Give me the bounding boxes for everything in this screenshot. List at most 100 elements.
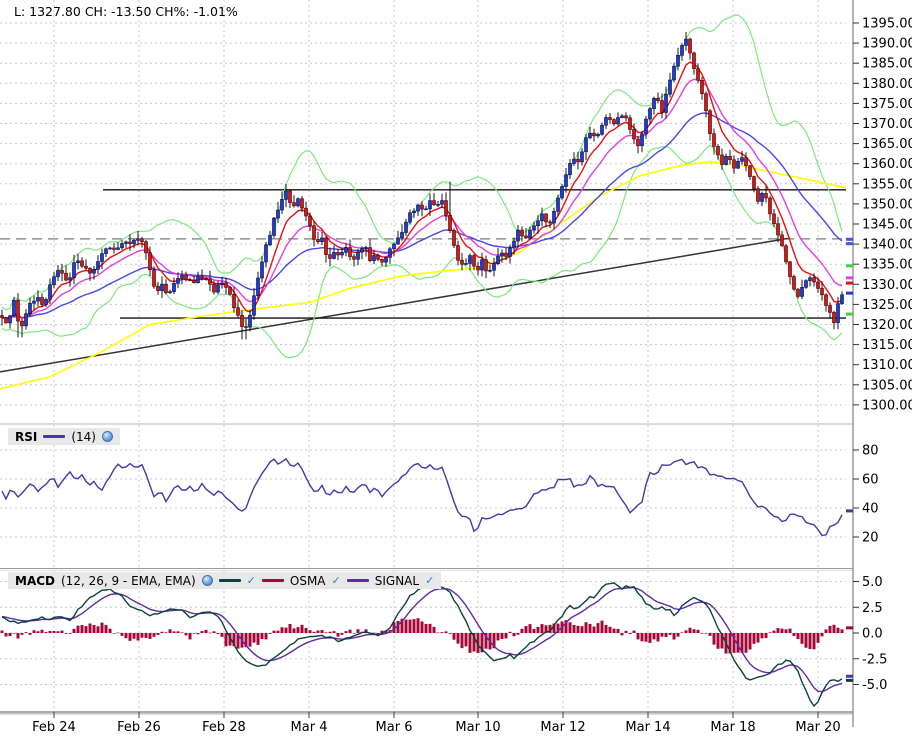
candlestick[interactable] (172, 283, 176, 292)
candlestick[interactable] (664, 93, 668, 113)
candlestick[interactable] (788, 261, 792, 277)
candlestick[interactable] (280, 199, 284, 211)
candlestick[interactable] (360, 248, 364, 253)
candlestick[interactable] (564, 174, 568, 187)
candlestick[interactable] (120, 243, 124, 249)
candlestick[interactable] (596, 133, 600, 137)
candlestick[interactable] (740, 157, 744, 162)
candlestick[interactable] (40, 297, 44, 305)
candlestick[interactable] (748, 165, 752, 177)
candlestick[interactable] (580, 151, 584, 163)
candlestick[interactable] (128, 241, 132, 244)
candlestick[interactable] (744, 157, 748, 167)
candlestick[interactable] (588, 132, 592, 139)
candlestick[interactable] (16, 299, 20, 322)
candlestick[interactable] (292, 202, 296, 207)
candlestick[interactable] (44, 299, 48, 305)
candlestick[interactable] (760, 193, 764, 202)
candlestick[interactable] (820, 288, 824, 296)
candlestick[interactable] (696, 68, 700, 81)
candlestick[interactable] (252, 295, 256, 316)
candlestick[interactable] (640, 133, 644, 147)
candlestick[interactable] (32, 300, 36, 304)
chart-canvas[interactable]: 1395.00 1390.00 1385.00 1380.00 1375.00 1370.… (0, 0, 912, 741)
macd-visible-checkbox[interactable]: ✓ (247, 575, 256, 586)
candlestick[interactable] (536, 220, 540, 227)
candlestick[interactable] (716, 146, 720, 156)
candlestick[interactable] (380, 259, 384, 263)
candlestick[interactable] (680, 45, 684, 56)
candlestick[interactable] (200, 276, 204, 279)
candlestick[interactable] (256, 277, 260, 297)
candlestick[interactable] (816, 281, 820, 289)
candlestick[interactable] (636, 138, 640, 147)
candlestick[interactable] (488, 269, 492, 272)
candlestick[interactable] (676, 54, 680, 67)
candlestick[interactable] (836, 303, 840, 323)
candlestick[interactable] (76, 260, 80, 263)
ascending-trendline[interactable] (0, 237, 791, 373)
candlestick[interactable] (248, 314, 252, 328)
candlestick[interactable] (572, 158, 576, 164)
candlestick[interactable] (620, 115, 624, 118)
candlestick[interactable] (392, 243, 396, 250)
candlestick[interactable] (492, 263, 496, 271)
candlestick[interactable] (156, 286, 160, 291)
candlestick[interactable] (568, 163, 572, 176)
candlestick[interactable] (448, 215, 452, 231)
candlestick[interactable] (428, 200, 432, 210)
candlestick[interactable] (840, 294, 844, 304)
candlestick[interactable] (80, 260, 84, 267)
candlestick[interactable] (828, 305, 832, 313)
candlestick[interactable] (140, 238, 144, 242)
candlestick[interactable] (496, 255, 500, 264)
candlestick[interactable] (672, 65, 676, 81)
candlestick[interactable] (800, 287, 804, 297)
candlestick[interactable] (608, 117, 612, 120)
candlestick[interactable] (432, 200, 436, 206)
candlestick[interactable] (420, 204, 424, 210)
candlestick[interactable] (644, 118, 648, 135)
candlestick[interactable] (180, 274, 184, 279)
candlestick[interactable] (92, 268, 96, 274)
candlestick[interactable] (272, 217, 276, 236)
candlestick[interactable] (824, 294, 828, 306)
candlestick[interactable] (460, 259, 464, 265)
candlestick[interactable] (548, 221, 552, 224)
candlestick[interactable] (552, 211, 556, 224)
candlestick[interactable] (28, 302, 32, 315)
candlestick[interactable] (576, 158, 580, 163)
candlestick[interactable] (556, 197, 560, 212)
candlestick[interactable] (276, 209, 280, 219)
candlestick[interactable] (20, 320, 24, 327)
candlestick[interactable] (388, 248, 392, 258)
candlestick[interactable] (780, 234, 784, 247)
candlestick[interactable] (704, 93, 708, 112)
candlestick[interactable] (352, 256, 356, 260)
candlestick[interactable] (284, 190, 288, 200)
candlestick[interactable] (452, 230, 456, 246)
candlestick[interactable] (212, 283, 216, 293)
candlestick[interactable] (232, 293, 236, 308)
candlestick[interactable] (624, 115, 628, 119)
candlestick[interactable] (244, 326, 248, 328)
candlestick[interactable] (812, 277, 816, 283)
candlestick[interactable] (344, 247, 348, 253)
candlestick[interactable] (384, 257, 388, 263)
candlestick[interactable] (268, 235, 272, 246)
candlestick[interactable] (376, 255, 380, 260)
candlestick[interactable] (396, 237, 400, 245)
candlestick[interactable] (60, 270, 64, 274)
candlestick[interactable] (692, 52, 696, 69)
candlestick[interactable] (12, 299, 16, 317)
candlestick[interactable] (196, 276, 200, 284)
candlestick[interactable] (188, 279, 192, 282)
candlestick[interactable] (124, 241, 128, 244)
candlestick[interactable] (4, 317, 8, 324)
candlestick[interactable] (116, 247, 120, 250)
candlestick[interactable] (64, 272, 68, 281)
globe-icon[interactable] (201, 575, 213, 586)
candlestick[interactable] (368, 247, 372, 261)
signal-visible-checkbox[interactable]: ✓ (425, 575, 434, 586)
candlestick[interactable] (660, 100, 664, 113)
